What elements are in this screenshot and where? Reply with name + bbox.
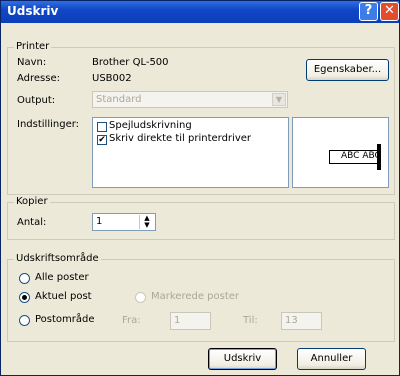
all-records-label[interactable]: Alle poster — [35, 272, 89, 283]
copies-group: Kopier — [7, 196, 395, 240]
output-select-value: Standard — [96, 94, 142, 105]
preview-cut-mark — [377, 144, 381, 170]
title-bar[interactable]: Udskriv ? ✕ — [1, 1, 399, 23]
copies-group-label: Kopier — [14, 196, 50, 207]
settings-listbox[interactable]: Spejludskrivning ✔ Skriv direkte til pri… — [92, 117, 289, 188]
printer-group-label: Printer — [14, 41, 52, 52]
selected-records-label[interactable]: Markerede poster — [151, 291, 239, 302]
copies-spinner[interactable]: 1 ▲ ▼ — [92, 213, 156, 231]
cancel-button-label: Annuller — [310, 353, 353, 364]
range-from-field[interactable]: 1 — [170, 312, 211, 330]
copies-count-label: Antal: — [17, 217, 47, 228]
chevron-down-icon[interactable]: ▼ — [272, 93, 286, 106]
all-records-radio[interactable] — [19, 273, 30, 284]
print-button-label: Udskriv — [223, 353, 262, 364]
range-from-value: 1 — [174, 315, 181, 326]
mirror-print-checkbox[interactable] — [97, 122, 107, 132]
print-range-group-label: Udskriftsområde — [14, 253, 101, 264]
spin-down-icon[interactable]: ▼ — [140, 222, 154, 229]
preview-text: ABC ABC — [341, 151, 381, 161]
spinner-arrows: ▲ ▼ — [139, 215, 154, 229]
range-from-label: Fra: — [122, 315, 141, 326]
record-range-label[interactable]: Postområde — [35, 314, 95, 325]
output-label: Output: — [17, 95, 56, 106]
selected-records-radio[interactable] — [135, 292, 146, 303]
printer-address-value: USB002 — [92, 73, 132, 84]
printer-name-label: Navn: — [17, 57, 47, 68]
properties-button-label: Egenskaber... — [313, 64, 382, 75]
output-select[interactable]: Standard ▼ — [92, 91, 288, 108]
close-icon[interactable]: ✕ — [380, 2, 399, 21]
mirror-print-label[interactable]: Spejludskrivning — [109, 120, 192, 131]
direct-driver-label[interactable]: Skriv direkte til printerdriver — [109, 133, 251, 144]
record-range-radio[interactable] — [19, 315, 30, 326]
label-preview: ABC ABC — [292, 117, 389, 188]
help-icon[interactable]: ? — [359, 2, 378, 21]
current-record-radio[interactable] — [19, 292, 30, 303]
printer-address-label: Adresse: — [17, 73, 60, 84]
cancel-button[interactable]: Annuller — [297, 348, 366, 370]
range-to-field[interactable]: 13 — [281, 312, 322, 330]
settings-label: Indstillinger: — [17, 119, 80, 130]
copies-count-value[interactable]: 1 — [96, 216, 102, 227]
direct-driver-checkbox[interactable]: ✔ — [97, 135, 107, 145]
print-button[interactable]: Udskriv — [208, 348, 277, 370]
window-title: Udskriv — [7, 4, 59, 18]
properties-button[interactable]: Egenskaber... — [306, 59, 389, 81]
range-to-value: 13 — [285, 315, 298, 326]
current-record-label[interactable]: Aktuel post — [35, 291, 92, 302]
print-dialog: Udskriv ? ✕ Printer Navn: Brother QL-500… — [0, 0, 400, 376]
range-to-label: Til: — [243, 315, 258, 326]
printer-name-value: Brother QL-500 — [92, 57, 169, 68]
